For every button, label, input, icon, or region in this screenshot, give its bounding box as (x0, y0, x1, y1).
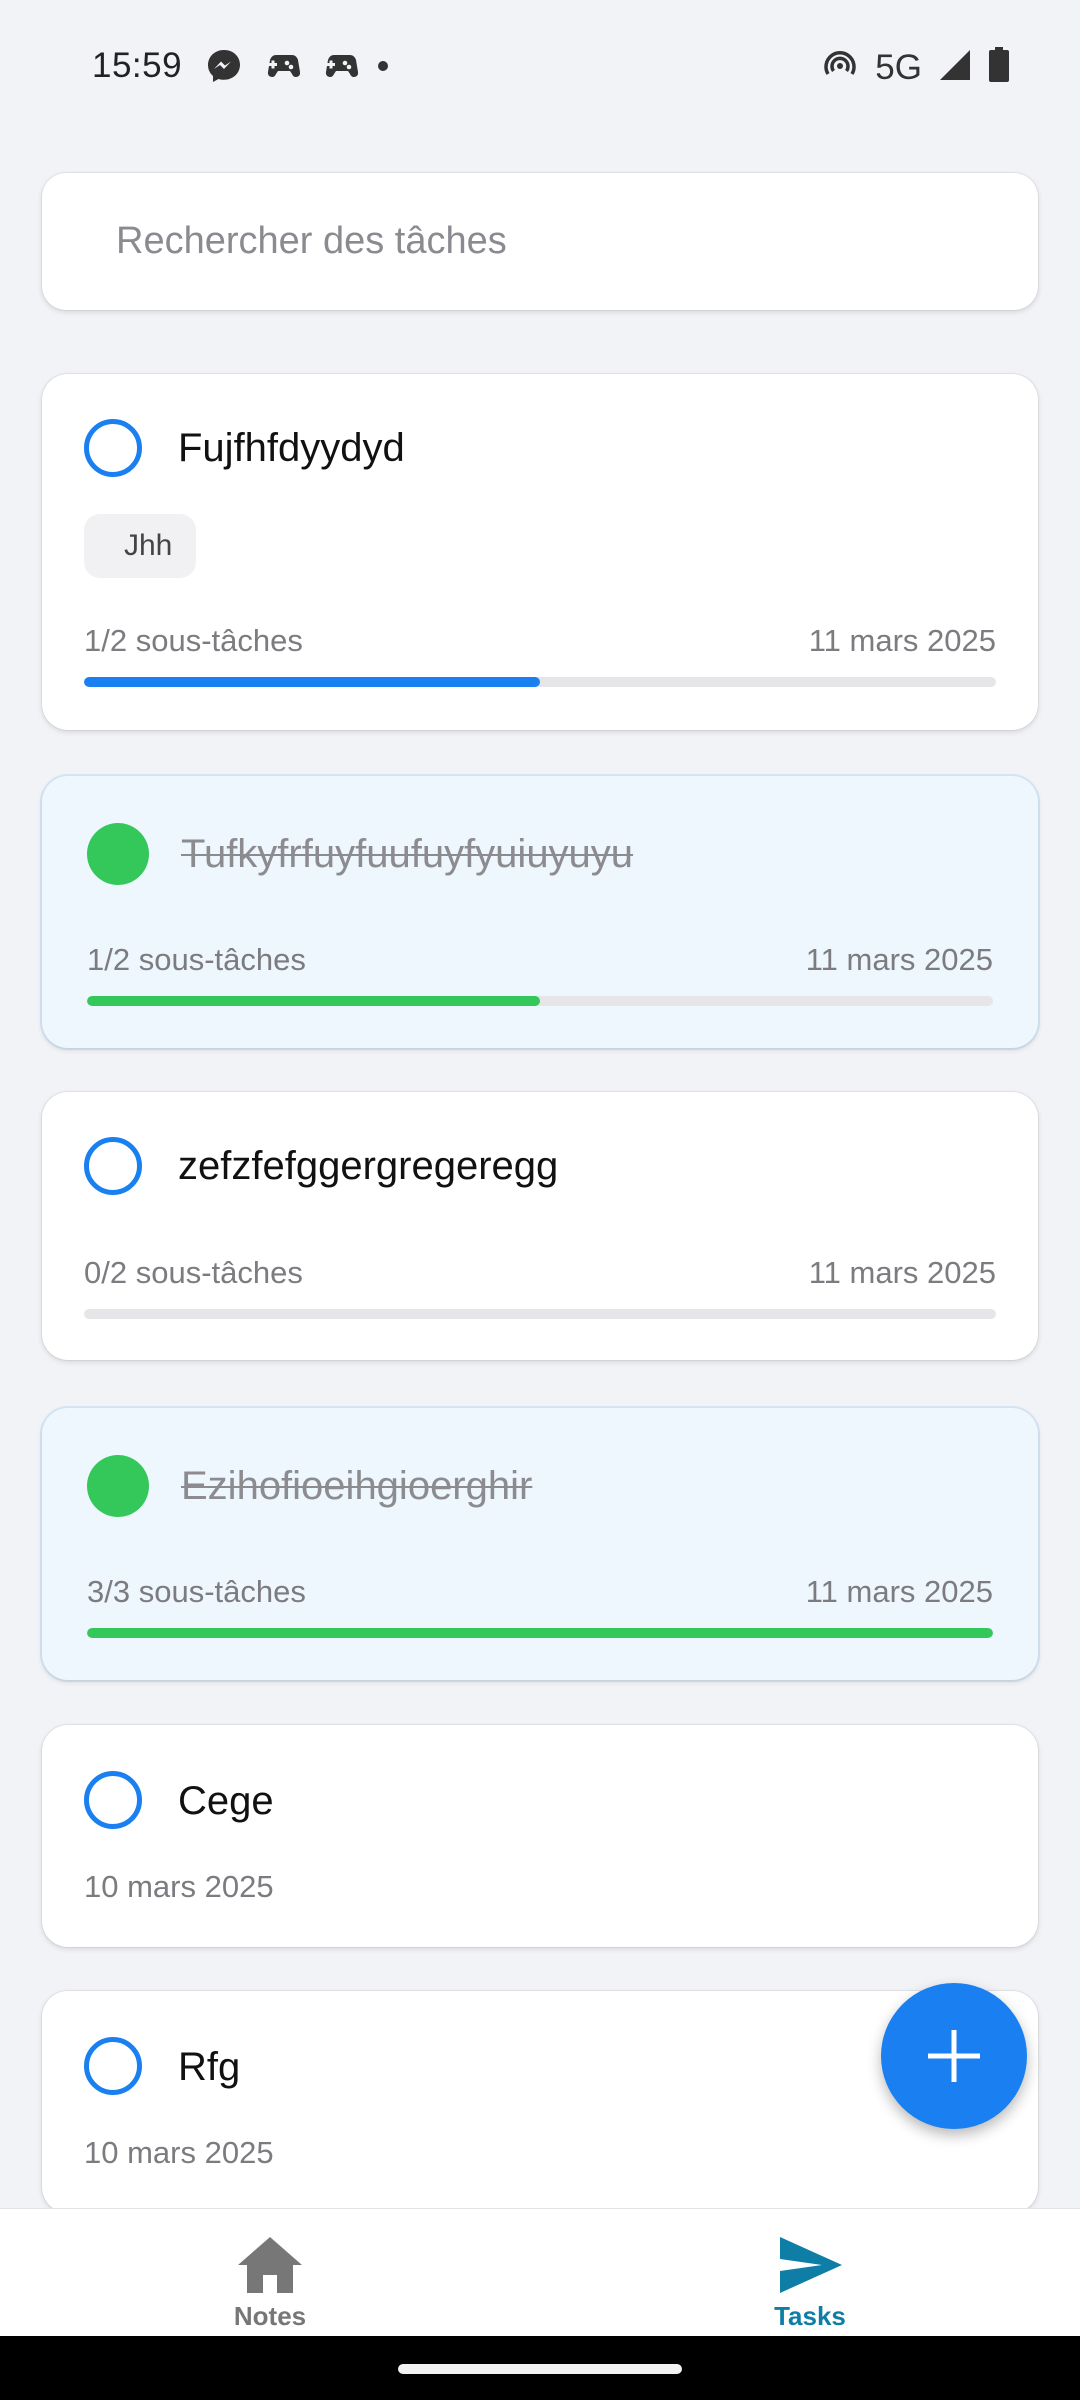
search-bar[interactable] (42, 173, 1038, 310)
task-checkbox[interactable] (84, 419, 142, 477)
task-card[interactable]: Ezihofioeihgioerghir 3/3 sous-tâches 11 … (42, 1408, 1038, 1680)
subtask-count: 1/2 sous-tâches (87, 942, 306, 977)
network-type: 5G (875, 47, 922, 87)
nav-label-notes: Notes (233, 2301, 307, 2331)
subtask-progress-bar (84, 677, 996, 687)
task-title: Ezihofioeihgioerghir (181, 1464, 533, 1508)
progress-fill (87, 996, 540, 1006)
game-controller-icon (260, 49, 301, 88)
task-tag[interactable]: Jhh (84, 514, 197, 578)
task-checkbox[interactable] (84, 2037, 142, 2095)
subtask-progress-bar (84, 1309, 996, 1319)
dot-icon (376, 59, 390, 78)
hotspot-icon (821, 46, 859, 89)
nav-label-tasks: Tasks (774, 2301, 846, 2331)
task-checkbox[interactable] (84, 1137, 142, 1195)
task-title: zefzfefggergregeregg (178, 1144, 559, 1188)
task-checkbox-checked[interactable] (87, 823, 149, 885)
subtask-progress-bar (87, 996, 993, 1006)
subtask-count: 3/3 sous-tâches (87, 1574, 306, 1609)
signal-icon (938, 48, 972, 87)
task-title: Cege (178, 1779, 274, 1823)
task-checkbox[interactable] (84, 1771, 142, 1829)
send-icon (780, 2237, 842, 2293)
bottom-navigation: Notes Tasks (0, 2208, 1080, 2337)
status-time: 15:59 (92, 46, 183, 85)
task-date: 11 mars 2025 (805, 1574, 993, 1609)
home-icon (238, 2237, 302, 2293)
task-date: 10 mars 2025 (84, 1869, 274, 1904)
home-gesture-handle[interactable] (398, 2364, 682, 2374)
task-card[interactable]: Fujfhfdyydyd Jhh 1/2 sous-tâches 11 mars… (42, 374, 1038, 730)
task-card[interactable]: Cege 10 mars 2025 (42, 1725, 1038, 1947)
add-task-button[interactable] (881, 1983, 1027, 2129)
task-title: Fujfhfdyydyd (178, 426, 405, 470)
nav-item-tasks[interactable]: Tasks (540, 2209, 1080, 2337)
task-date: 11 mars 2025 (805, 942, 993, 977)
progress-fill (84, 677, 540, 687)
subtask-progress-bar (87, 1628, 993, 1638)
battery-icon (988, 47, 1010, 88)
task-checkbox-checked[interactable] (87, 1455, 149, 1517)
task-date: 11 mars 2025 (808, 623, 996, 658)
nav-item-notes[interactable]: Notes (0, 2209, 540, 2337)
messenger-icon (206, 48, 242, 89)
task-title: Tufkyfrfuyfuufuyfyuiuyuyu (181, 832, 634, 876)
subtask-count: 0/2 sous-tâches (84, 1255, 303, 1290)
progress-fill (87, 1628, 993, 1638)
task-card[interactable]: Tufkyfrfuyfuufuyfyuiuyuyu 1/2 sous-tâche… (42, 776, 1038, 1048)
system-gesture-area (0, 2336, 1080, 2400)
search-input[interactable] (116, 173, 996, 310)
notification-icons (206, 48, 390, 89)
task-date: 10 mars 2025 (84, 2135, 274, 2170)
game-controller-icon (318, 49, 359, 88)
subtask-count: 1/2 sous-tâches (84, 623, 303, 658)
task-date: 11 mars 2025 (808, 1255, 996, 1290)
task-card[interactable]: zefzfefggergregeregg 0/2 sous-tâches 11 … (42, 1092, 1038, 1360)
status-bar: 15:59 5G (0, 0, 1080, 135)
plus-icon (928, 2030, 980, 2082)
system-status-icons: 5G (821, 46, 1010, 89)
task-title: Rfg (178, 2045, 241, 2089)
